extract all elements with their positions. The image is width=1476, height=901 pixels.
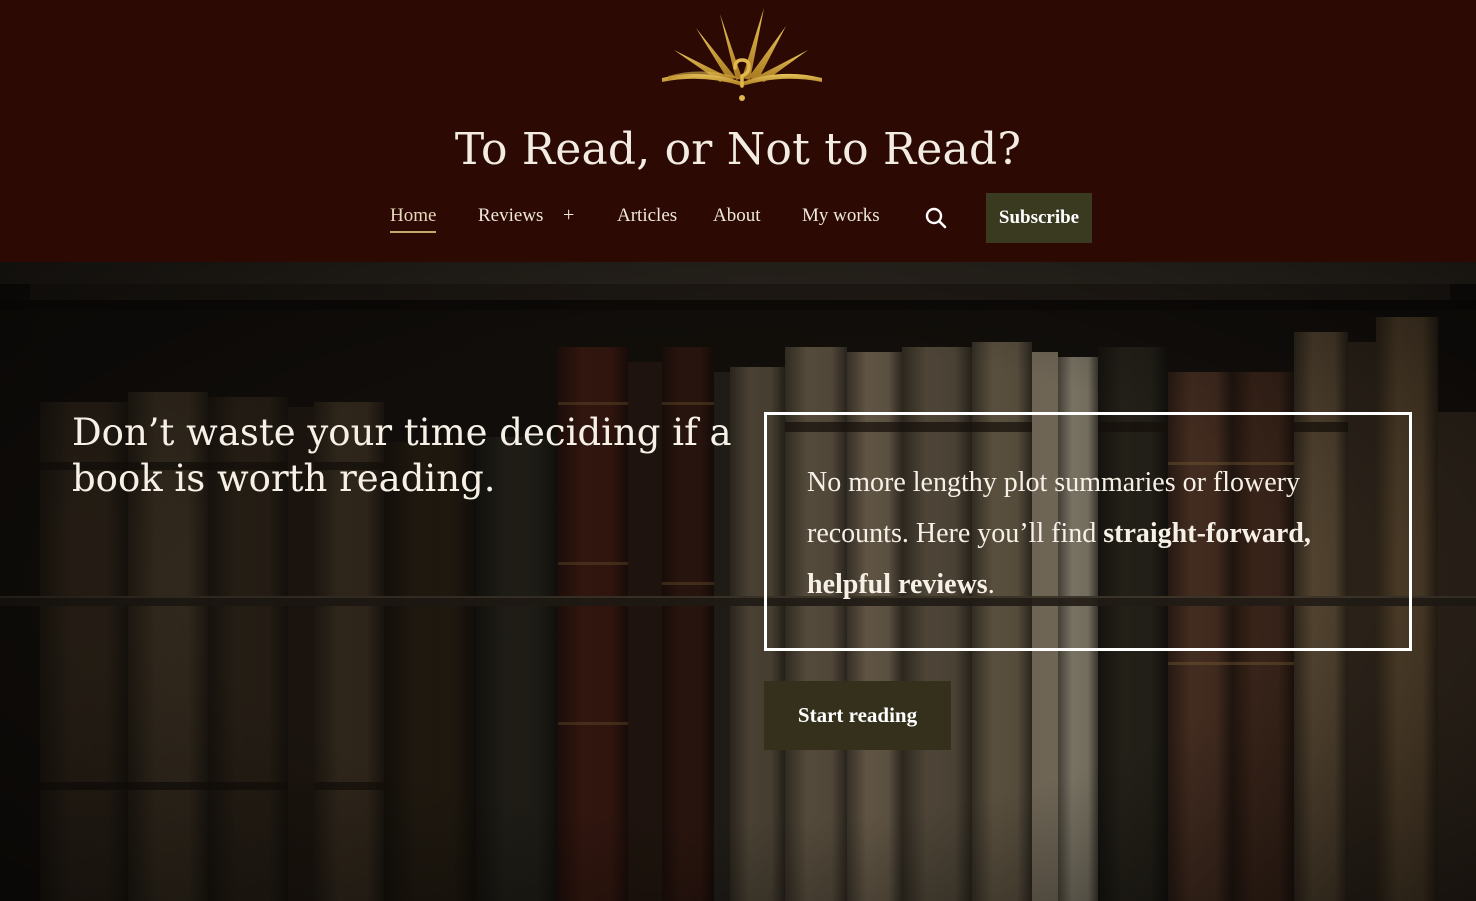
nav-item-reviews[interactable]: Reviews — [478, 205, 543, 227]
hero-section: Don’t waste your time deciding if a book… — [0, 262, 1476, 901]
search-icon[interactable] — [924, 206, 948, 230]
nav-item-home[interactable]: Home — [390, 205, 437, 233]
hero-heading: Don’t waste your time deciding if a book… — [72, 411, 732, 500]
start-reading-button[interactable]: Start reading — [764, 681, 951, 750]
reviews-submenu-toggle[interactable]: + — [563, 204, 574, 227]
site-header: To Read, or Not to Read? Home Reviews + … — [0, 0, 1476, 262]
site-title[interactable]: To Read, or Not to Read? — [0, 124, 1476, 175]
hero-intro-end: . — [987, 569, 995, 600]
hero-intro-box: No more lengthy plot summaries or flower… — [764, 412, 1412, 651]
nav-item-my-works[interactable]: My works — [802, 205, 880, 227]
hero-intro-text: No more lengthy plot summaries or flower… — [807, 457, 1367, 610]
main-nav: Home Reviews + Articles About My works S… — [0, 193, 1476, 243]
subscribe-button[interactable]: Subscribe — [986, 193, 1092, 243]
nav-item-about[interactable]: About — [713, 205, 761, 227]
open-book-logo-icon[interactable] — [658, 6, 826, 108]
nav-item-articles[interactable]: Articles — [617, 205, 677, 227]
